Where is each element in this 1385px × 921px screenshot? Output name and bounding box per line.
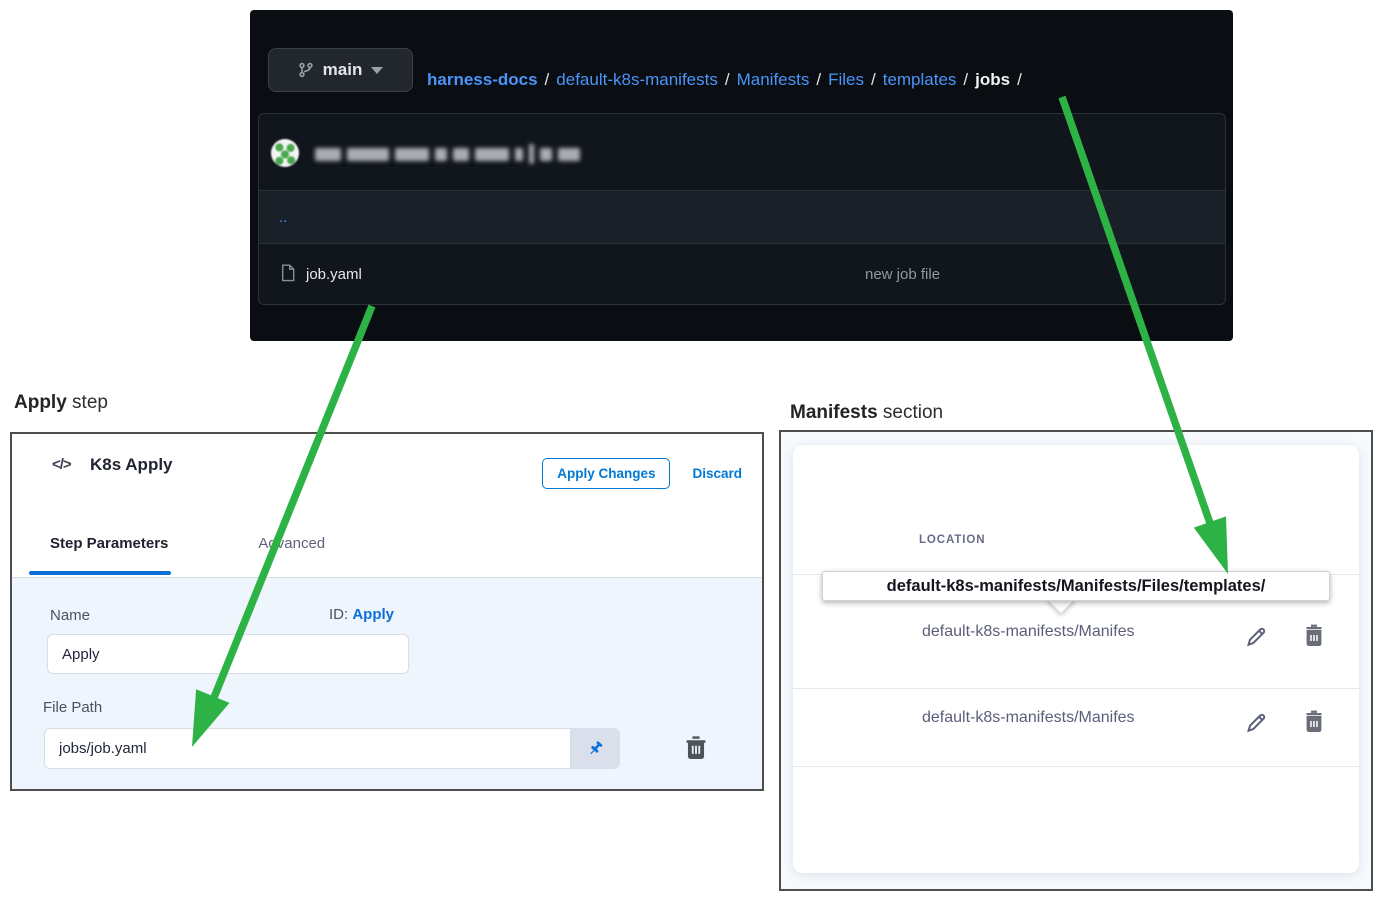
manifests-caption-rest: section xyxy=(878,402,943,423)
file-path-input[interactable] xyxy=(44,728,570,769)
manifests-caption-bold: Manifests xyxy=(790,402,878,423)
pencil-icon xyxy=(1244,625,1268,649)
file-path-input-group xyxy=(44,728,620,769)
step-header-actions: Apply Changes Discard xyxy=(542,458,742,489)
step-id: ID: Apply xyxy=(329,606,394,623)
breadcrumb-link-manifests[interactable]: Manifests xyxy=(737,70,810,90)
file-commit-message[interactable]: new job file xyxy=(865,266,940,283)
file-table: .. job.yaml new job file xyxy=(258,113,1226,305)
branch-selector-button[interactable]: main xyxy=(268,48,413,92)
file-icon xyxy=(280,264,296,282)
branch-name: main xyxy=(323,60,363,80)
breadcrumb-link-files[interactable]: Files xyxy=(828,70,864,90)
breadcrumb-link-default-k8s-manifests[interactable]: default-k8s-manifests xyxy=(556,70,718,90)
edit-manifest-button[interactable] xyxy=(1243,711,1269,737)
delete-file-path-button[interactable] xyxy=(680,732,712,764)
edit-manifest-button[interactable] xyxy=(1243,625,1269,651)
delete-manifest-button[interactable] xyxy=(1301,623,1327,649)
manifests-section-caption: Manifests section xyxy=(790,402,943,424)
chevron-down-icon xyxy=(371,67,383,74)
avatar[interactable] xyxy=(271,139,299,167)
id-prefix-label: ID: xyxy=(329,606,348,623)
breadcrumb: harness-docs / default-k8s-manifests / M… xyxy=(427,70,1022,90)
table-row-parent-directory: .. xyxy=(259,191,1225,244)
manifest-row-location[interactable]: default-k8s-manifests/Manifes xyxy=(922,623,1215,641)
trash-icon xyxy=(1302,709,1326,733)
breadcrumb-separator: / xyxy=(1017,70,1022,90)
breadcrumb-separator: / xyxy=(545,70,550,90)
row-divider xyxy=(793,766,1359,767)
screenshot-canvas: main harness-docs / default-k8s-manifest… xyxy=(0,0,1385,921)
github-file-browser: main harness-docs / default-k8s-manifest… xyxy=(250,10,1233,341)
pencil-icon xyxy=(1244,711,1268,735)
manifests-section-panel: LOCATION default-k8s-manifests/Manifes xyxy=(779,430,1373,891)
breadcrumb-separator: / xyxy=(871,70,876,90)
parent-directory-link[interactable]: .. xyxy=(279,209,287,226)
delete-manifest-button[interactable] xyxy=(1301,709,1327,735)
pin-icon xyxy=(587,740,604,757)
manifests-card: LOCATION default-k8s-manifests/Manifes xyxy=(793,445,1359,873)
file-path-field-label: File Path xyxy=(43,699,102,716)
code-step-icon: </> xyxy=(52,456,71,473)
apply-step-caption-bold: Apply xyxy=(14,392,67,413)
location-column-header: LOCATION xyxy=(919,534,985,546)
breadcrumb-current-folder: jobs xyxy=(975,70,1010,90)
tab-advanced[interactable]: Advanced xyxy=(258,535,325,552)
step-panel-header: </> K8s Apply Apply Changes Discard xyxy=(12,434,762,496)
step-tabs: Step Parameters Advanced xyxy=(50,535,325,552)
trash-icon xyxy=(683,734,709,760)
manifest-row-location[interactable]: default-k8s-manifests/Manifes xyxy=(922,709,1215,727)
apply-step-caption: Apply step xyxy=(14,392,108,414)
row-divider xyxy=(793,688,1359,689)
table-row-job-yaml: job.yaml new job file xyxy=(259,245,1225,304)
runtime-input-pin-button[interactable] xyxy=(570,728,620,769)
breadcrumb-separator: / xyxy=(725,70,730,90)
file-link-job-yaml[interactable]: job.yaml xyxy=(306,266,362,283)
breadcrumb-link-templates[interactable]: templates xyxy=(883,70,957,90)
name-field-label: Name xyxy=(50,607,90,624)
step-title: K8s Apply xyxy=(90,455,173,475)
k8s-apply-step-panel: </> K8s Apply Apply Changes Discard Step… xyxy=(10,432,764,791)
apply-step-caption-rest: step xyxy=(67,392,108,413)
breadcrumb-separator: / xyxy=(816,70,821,90)
blurred-commit-message xyxy=(315,143,580,165)
id-value-link[interactable]: Apply xyxy=(352,606,394,623)
apply-changes-button[interactable]: Apply Changes xyxy=(542,458,670,489)
location-tooltip: default-k8s-manifests/Manifests/Files/te… xyxy=(822,571,1330,601)
step-parameters-form: Name ID: Apply File Path xyxy=(12,578,762,789)
breadcrumb-repo-link[interactable]: harness-docs xyxy=(427,70,538,90)
discard-button[interactable]: Discard xyxy=(692,466,742,481)
latest-commit-row xyxy=(259,114,1225,191)
tab-step-parameters[interactable]: Step Parameters xyxy=(50,535,168,552)
breadcrumb-separator: / xyxy=(963,70,968,90)
git-branch-icon xyxy=(298,62,314,78)
trash-icon xyxy=(1302,623,1326,647)
name-input[interactable] xyxy=(47,634,409,674)
active-tab-underline xyxy=(29,571,171,575)
